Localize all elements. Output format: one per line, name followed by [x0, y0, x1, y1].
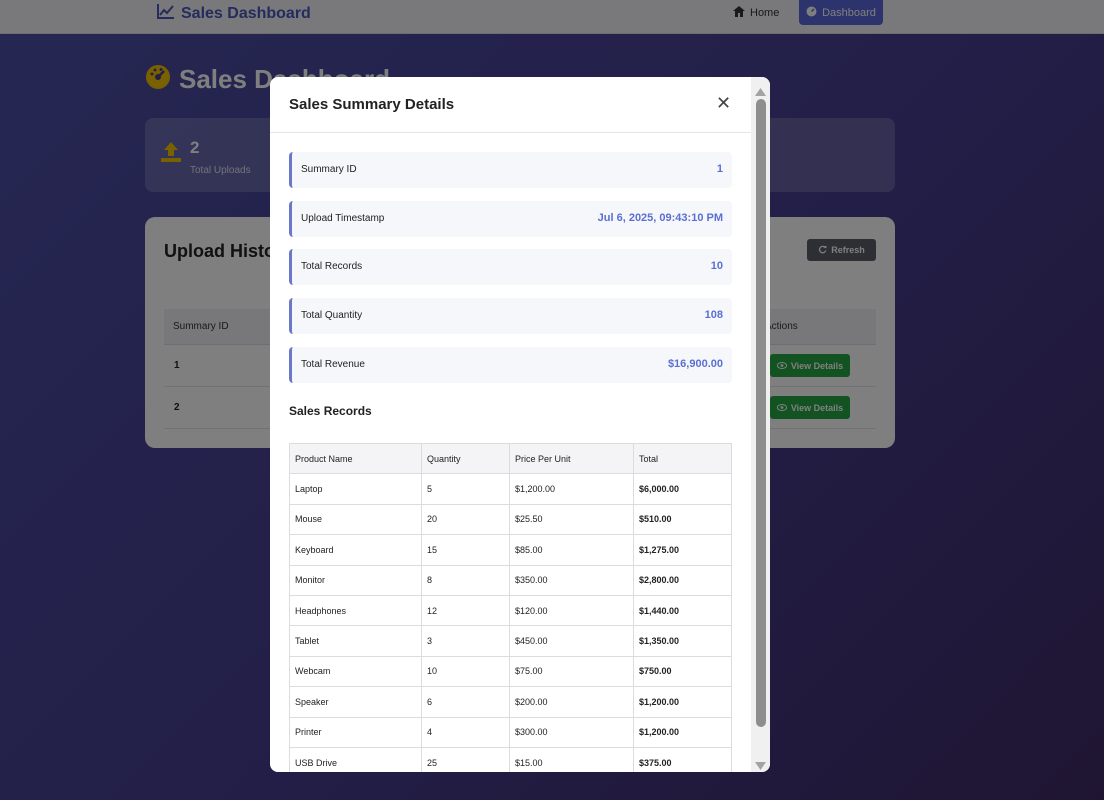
modal-scrollbar[interactable]: [751, 77, 770, 772]
price-per-unit-cell: $120.00: [509, 594, 634, 627]
info-row-total-records: Total Records 10: [289, 249, 732, 285]
total-cell: $750.00: [633, 655, 732, 688]
info-row-summary-id: Summary ID 1: [289, 152, 732, 188]
price-per-unit-cell: $300.00: [509, 716, 634, 748]
product-name-cell: USB Drive: [289, 746, 422, 772]
price-per-unit-cell: $350.00: [509, 564, 634, 596]
table-row: USB Drive 25 $15.00 $375.00: [289, 746, 732, 772]
product-name-cell: Printer: [289, 716, 422, 748]
total-cell: $2,800.00: [633, 564, 732, 596]
quantity-cell: 8: [421, 564, 510, 596]
product-name-cell: Laptop: [289, 473, 422, 505]
close-icon[interactable]: ✕: [716, 94, 731, 112]
table-row: Mouse 20 $25.50 $510.00: [289, 503, 732, 536]
info-value: 1: [716, 163, 723, 175]
table-header-row: Product Name Quantity Price Per Unit Tot…: [289, 442, 732, 475]
total-cell: $1,350.00: [633, 625, 732, 657]
info-row-upload-timestamp: Upload Timestamp Jul 6, 2025, 09:43:10 P…: [289, 201, 732, 237]
sales-records-title: Sales Records: [289, 404, 372, 418]
table-row: Headphones 12 $120.00 $1,440.00: [289, 594, 732, 627]
quantity-cell: 4: [421, 716, 510, 748]
quantity-cell: 5: [421, 473, 510, 505]
product-name-cell: Keyboard: [289, 534, 422, 566]
info-value: $16,900.00: [667, 358, 723, 370]
sales-summary-modal: Sales Summary Details ✕ Summary ID 1 Upl…: [270, 77, 770, 772]
total-cell: $510.00: [633, 503, 732, 536]
table-row: Tablet 3 $450.00 $1,350.00: [289, 625, 732, 657]
quantity-cell: 10: [421, 655, 510, 688]
quantity-cell: 3: [421, 625, 510, 657]
price-per-unit-cell: $25.50: [509, 503, 634, 536]
quantity-cell: 12: [421, 594, 510, 627]
info-value: 10: [710, 260, 723, 272]
info-label: Total Revenue: [301, 359, 365, 370]
info-value: Jul 6, 2025, 09:43:10 PM: [597, 212, 723, 224]
product-name-cell: Speaker: [289, 686, 422, 718]
info-row-total-quantity: Total Quantity 108: [289, 298, 732, 334]
quantity-cell: 6: [421, 686, 510, 718]
product-name-cell: Headphones: [289, 594, 422, 627]
price-per-unit-cell: $1,200.00: [509, 473, 634, 505]
quantity-cell: 15: [421, 534, 510, 566]
scrollbar-thumb[interactable]: [756, 99, 766, 727]
info-label: Total Records: [301, 261, 363, 272]
table-row: Monitor 8 $350.00 $2,800.00: [289, 564, 732, 596]
product-name-cell: Webcam: [289, 655, 422, 688]
price-per-unit-cell: $15.00: [509, 746, 634, 772]
product-name-cell: Tablet: [289, 625, 422, 657]
table-row: Laptop 5 $1,200.00 $6,000.00: [289, 473, 732, 505]
col-product-name: Product Name: [289, 442, 422, 475]
sales-records-table: Product Name Quantity Price Per Unit Tot…: [289, 442, 732, 772]
modal-title: Sales Summary Details: [289, 96, 455, 113]
price-per-unit-cell: $85.00: [509, 534, 634, 566]
total-cell: $6,000.00: [633, 473, 732, 505]
scroll-down-arrow-icon[interactable]: [755, 757, 766, 772]
total-cell: $1,200.00: [633, 716, 732, 748]
modal-header: Sales Summary Details ✕: [270, 77, 751, 133]
price-per-unit-cell: $450.00: [509, 625, 634, 657]
info-label: Summary ID: [301, 164, 357, 175]
table-row: Webcam 10 $75.00 $750.00: [289, 655, 732, 688]
table-row: Speaker 6 $200.00 $1,200.00: [289, 686, 732, 718]
info-row-total-revenue: Total Revenue $16,900.00: [289, 347, 732, 383]
product-name-cell: Mouse: [289, 503, 422, 536]
table-row: Printer 4 $300.00 $1,200.00: [289, 716, 732, 748]
quantity-cell: 25: [421, 746, 510, 772]
price-per-unit-cell: $200.00: [509, 686, 634, 718]
info-label: Total Quantity: [301, 310, 363, 321]
total-cell: $1,275.00: [633, 534, 732, 566]
col-quantity: Quantity: [421, 442, 510, 475]
table-row: Keyboard 15 $85.00 $1,275.00: [289, 534, 732, 566]
price-per-unit-cell: $75.00: [509, 655, 634, 688]
total-cell: $1,200.00: [633, 686, 732, 718]
col-total: Total: [633, 442, 732, 475]
total-cell: $375.00: [633, 746, 732, 772]
info-label: Upload Timestamp: [301, 213, 385, 224]
quantity-cell: 20: [421, 503, 510, 536]
col-price-per-unit: Price Per Unit: [509, 442, 634, 475]
product-name-cell: Monitor: [289, 564, 422, 596]
info-value: 108: [704, 309, 723, 321]
total-cell: $1,440.00: [633, 594, 732, 627]
